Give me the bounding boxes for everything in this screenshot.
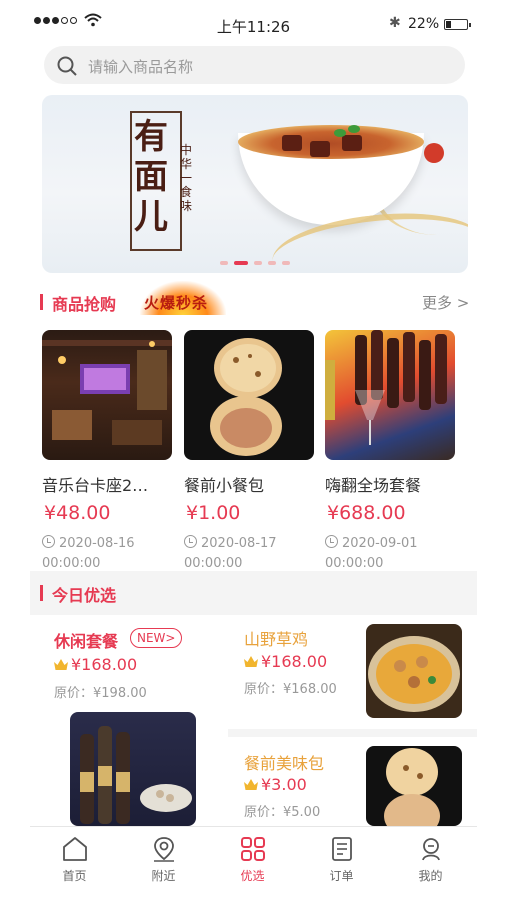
tab-label: 首页 [62, 869, 87, 883]
section-marker [40, 585, 43, 601]
featured-image [70, 712, 196, 826]
item-image [366, 746, 462, 826]
flash-sale-title: 商品抢购 [52, 295, 117, 314]
bluetooth-icon: ✱ [389, 15, 401, 31]
status-bar: 上午11:26 ✱ 22% [0, 0, 507, 40]
tab-label: 订单 [329, 869, 354, 883]
tab-label: 附近 [151, 869, 176, 883]
product-name: 餐前小餐包 [184, 476, 265, 495]
item-original-price: 原价：¥5.00 [244, 805, 321, 820]
product-image [42, 330, 172, 460]
more-link[interactable]: 更多 > [422, 292, 469, 313]
clock-icon [184, 535, 197, 548]
tomato-garnish [424, 143, 444, 163]
sale-end-time: 2020-08-17 00:00:00 [184, 534, 277, 574]
profile-icon [422, 838, 440, 861]
product-name: 嗨翻全场套餐 [325, 476, 422, 495]
herb-garnish [334, 129, 346, 137]
new-badge: NEW> [130, 628, 183, 648]
order-icon [332, 837, 352, 861]
battery-percent: 22% [408, 16, 440, 32]
featured-name: 休闲套餐 [54, 632, 119, 651]
tab-label: 我的 [418, 869, 443, 883]
hot-sale-badge: 火爆秒杀 [140, 281, 226, 315]
herb-garnish [348, 125, 360, 133]
today-picks-title: 今日优选 [52, 586, 117, 605]
item-price: ¥3.00 [244, 775, 307, 794]
item-image [366, 624, 462, 718]
search-icon [57, 56, 77, 76]
featured-original-price: 原价：¥198.00 [54, 686, 147, 701]
hot-sale-badge-text: 火爆秒杀 [144, 294, 209, 312]
tab-label: 优选 [240, 869, 265, 883]
tab-profile[interactable]: 我的 [386, 827, 475, 891]
product-price: ¥1.00 [186, 502, 241, 524]
sale-date: 2020-09-01 [342, 536, 418, 551]
promo-banner[interactable]: 有面儿 中华一食味 [42, 95, 468, 273]
product-price: ¥688.00 [327, 502, 406, 524]
search-input[interactable]: 请输入商品名称 [88, 56, 193, 77]
home-icon [63, 837, 87, 861]
sale-time: 00:00:00 [325, 556, 384, 571]
clock-icon [42, 535, 55, 548]
beef-piece [310, 141, 330, 157]
item-price: ¥168.00 [244, 652, 327, 671]
section-marker [40, 294, 43, 310]
featured-price: ¥168.00 [54, 655, 137, 674]
tab-home[interactable]: 首页 [30, 827, 119, 891]
item-original-price: 原价：¥168.00 [244, 682, 337, 697]
today-picks-header: 今日优选 [40, 582, 140, 606]
beef-piece [342, 135, 362, 151]
crown-icon [244, 656, 258, 667]
product-image [184, 330, 314, 460]
flash-sale-header: 商品抢购 [40, 291, 140, 315]
crown-icon [244, 779, 258, 790]
sale-date: 2020-08-16 [59, 536, 135, 551]
bottom-tab-bar: 首页 附近 优选 订单 我的 [30, 826, 477, 890]
product-image [325, 330, 455, 460]
tab-picks[interactable]: 优选 [208, 827, 297, 891]
tab-orders[interactable]: 订单 [297, 827, 386, 891]
beef-piece [282, 135, 302, 151]
bowl-contents [238, 125, 424, 159]
item-name: 餐前美味包 [244, 754, 325, 773]
sale-date: 2020-08-17 [201, 536, 277, 551]
grid-icon [241, 837, 265, 861]
search-bar[interactable]: 请输入商品名称 [44, 46, 465, 84]
sale-time: 00:00:00 [184, 556, 243, 571]
product-name: 音乐台卡座2… [42, 476, 149, 495]
location-icon [154, 837, 174, 862]
banner-subtitle: 中华一食味 [180, 143, 193, 213]
banner-pagination[interactable] [220, 261, 290, 265]
battery-icon [444, 19, 471, 30]
crown-icon [54, 659, 68, 670]
sale-end-time: 2020-09-01 00:00:00 [325, 534, 418, 574]
item-name: 山野草鸡 [244, 630, 309, 649]
product-price: ¥48.00 [44, 502, 111, 524]
sale-end-time: 2020-08-16 00:00:00 [42, 534, 135, 574]
banner-title: 有面儿 [134, 117, 168, 237]
tab-nearby[interactable]: 附近 [119, 827, 208, 891]
clock-icon [325, 535, 338, 548]
sale-time: 00:00:00 [42, 556, 101, 571]
